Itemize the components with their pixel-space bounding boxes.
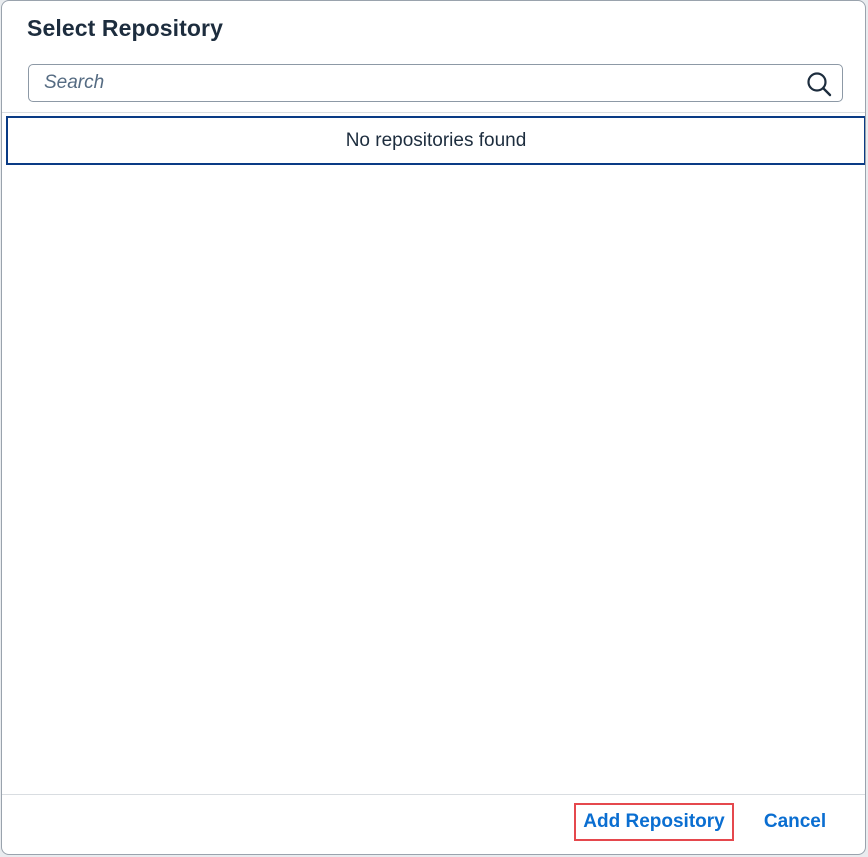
dialog-footer: Add Repository Cancel xyxy=(2,794,865,854)
add-repository-button[interactable]: Add Repository xyxy=(574,803,734,841)
search-input[interactable] xyxy=(29,65,799,101)
dialog-header: Select Repository xyxy=(2,1,865,113)
cancel-button[interactable]: Cancel xyxy=(754,803,836,841)
dialog-title: Select Repository xyxy=(27,15,223,41)
search-field[interactable] xyxy=(28,64,843,102)
select-repository-dialog: Select Repository No repositories found … xyxy=(1,0,866,855)
empty-message: No repositories found xyxy=(345,129,527,151)
search-icon[interactable] xyxy=(806,71,832,97)
empty-list-row: No repositories found xyxy=(6,116,865,165)
